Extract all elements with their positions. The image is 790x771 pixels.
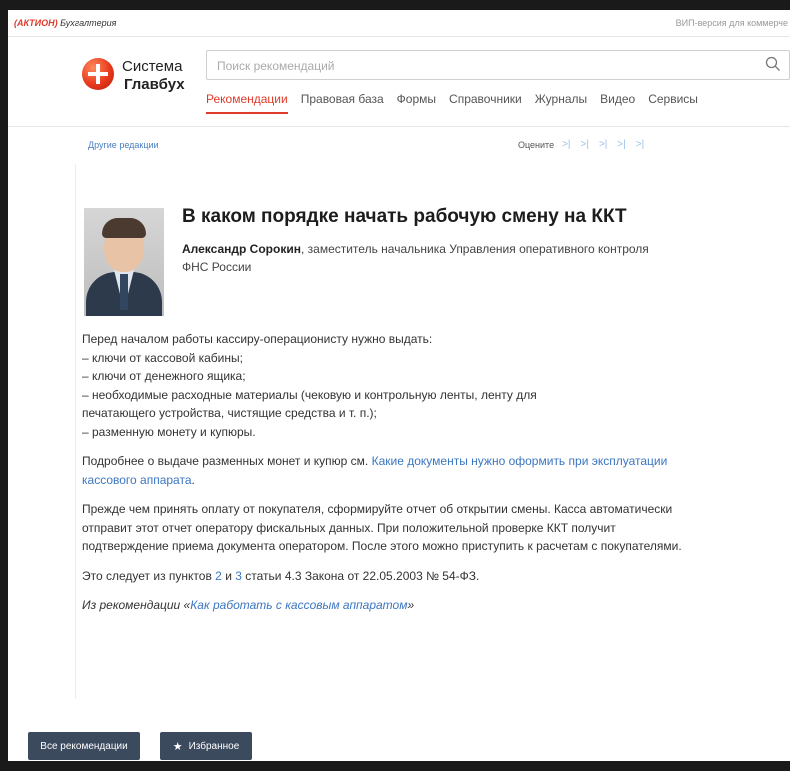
all-recommendations-button[interactable]: Все рекомендации bbox=[28, 732, 140, 760]
search-box bbox=[206, 50, 790, 81]
p2-end: . bbox=[191, 472, 195, 487]
p4-b: и bbox=[221, 568, 236, 583]
p2-text: Подробнее о выдаче разменных монет и куп… bbox=[82, 454, 372, 468]
logo-text[interactable]: Система Главбух bbox=[122, 58, 185, 94]
rating-3-icon[interactable]: >| bbox=[599, 139, 607, 150]
p5-b: » bbox=[407, 598, 415, 612]
author-info: Александр Сорокин, заместитель начальник… bbox=[182, 240, 662, 276]
nav-journals[interactable]: Журналы bbox=[535, 92, 587, 114]
footer: Все рекомендации ★ Избранное bbox=[8, 720, 790, 761]
search-icon[interactable] bbox=[765, 56, 781, 72]
vip-version-link[interactable]: ВИП-версия для коммерче bbox=[676, 18, 790, 28]
list-item: – ключи от денежного ящика; bbox=[82, 369, 246, 383]
p5-a: Из рекомендации « bbox=[82, 598, 191, 612]
rating-stars: >| >| >| >| >| bbox=[562, 139, 644, 150]
p4-c: статьи 4.3 Закона от 22.05.2003 № 54-ФЗ. bbox=[241, 568, 480, 583]
main-nav: Рекомендации Правовая база Формы Справоч… bbox=[206, 92, 711, 114]
list-item-cont: печатающего устройства, чистящие средств… bbox=[82, 406, 377, 420]
p4-a: Это следует из пунктов bbox=[82, 568, 216, 583]
other-editions-link[interactable]: Другие редакции bbox=[88, 140, 159, 150]
logo-line1: Система bbox=[122, 58, 183, 75]
paragraph-4: Это следует из пунктов 2 и 3 статьи 4.3 … bbox=[82, 567, 682, 586]
brand-part1: (АКТИОН) bbox=[14, 18, 58, 28]
paragraph-1: Перед началом работы кассиру-операционис… bbox=[82, 330, 682, 441]
nav-forms[interactable]: Формы bbox=[397, 92, 436, 114]
cash-register-link[interactable]: Как работать с кассовым аппаратом bbox=[190, 598, 407, 612]
logo-line2: Главбух bbox=[124, 76, 185, 93]
paragraph-3: Прежде чем принять оплату от покупателя,… bbox=[82, 502, 682, 553]
list-item: – необходимые расходные материалы (чеков… bbox=[82, 387, 537, 402]
header: Система Главбух Рекомендации Правовая ба… bbox=[8, 36, 790, 127]
rate-label: Оцените bbox=[518, 139, 555, 150]
item-2-link[interactable]: 2 bbox=[215, 569, 222, 583]
article-body: Перед началом работы кассиру-операционис… bbox=[82, 330, 682, 626]
aktion-brand[interactable]: (АКТИОН) Бухгалтерия bbox=[8, 18, 116, 28]
nav-legal-base[interactable]: Правовая база bbox=[301, 92, 384, 114]
rating-widget: Оцените >| >| >| >| >| bbox=[518, 139, 644, 150]
nav-reference[interactable]: Справочники bbox=[449, 92, 522, 114]
p1-intro: Перед началом работы кассиру-операционис… bbox=[82, 332, 433, 346]
search-input[interactable] bbox=[207, 51, 759, 81]
paragraph-2: Подробнее о выдаче разменных монет и куп… bbox=[82, 452, 682, 489]
author-photo bbox=[84, 208, 164, 316]
rating-2-icon[interactable]: >| bbox=[581, 139, 589, 150]
favorites-label: Избранное bbox=[188, 740, 240, 752]
list-item: – разменную монету и купюры. bbox=[82, 424, 256, 439]
rating-1-icon[interactable]: >| bbox=[562, 139, 570, 150]
nav-recommendations[interactable]: Рекомендации bbox=[206, 92, 288, 114]
nav-services[interactable]: Сервисы bbox=[648, 92, 698, 114]
article-title: В каком порядке начать рабочую смену на … bbox=[182, 206, 627, 227]
glavbukh-logo-icon[interactable] bbox=[82, 58, 114, 90]
rating-4-icon[interactable]: >| bbox=[617, 139, 625, 150]
item-3-link[interactable]: 3 bbox=[235, 569, 242, 583]
paragraph-5: Из рекомендации «Как работать с кассовым… bbox=[82, 596, 682, 615]
article: В каком порядке начать рабочую смену на … bbox=[75, 164, 790, 699]
list-item: – ключи от кассовой кабины; bbox=[82, 350, 243, 365]
brand-part2: Бухгалтерия bbox=[60, 18, 117, 28]
nav-video[interactable]: Видео bbox=[600, 92, 635, 114]
sub-bar: Другие редакции Оцените >| >| >| >| >| bbox=[8, 126, 790, 164]
top-bar: (АКТИОН) Бухгалтерия ВИП-версия для комм… bbox=[8, 10, 790, 37]
rating-5-icon[interactable]: >| bbox=[636, 139, 644, 150]
author-name: Александр Сорокин bbox=[182, 242, 301, 256]
favorites-button[interactable]: ★ Избранное bbox=[160, 732, 252, 760]
star-icon: ★ bbox=[172, 740, 183, 753]
